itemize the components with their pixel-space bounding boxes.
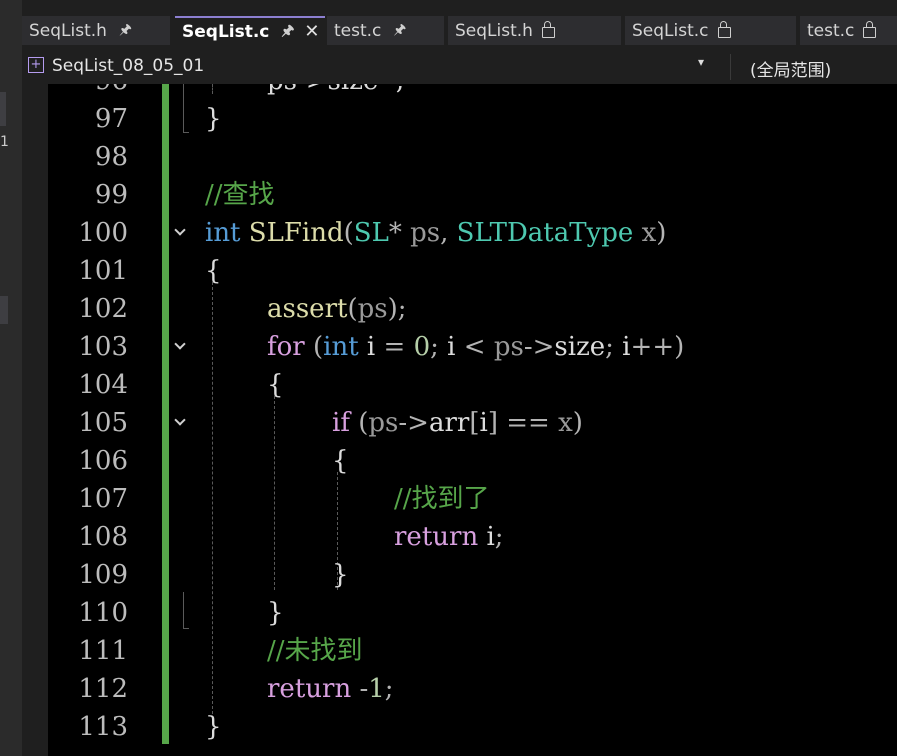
code-editor[interactable]: 96 ps->size--; 97 } 98 99 //查找 100 int S… bbox=[48, 84, 897, 756]
tab-label: SeqList.h bbox=[29, 20, 107, 41]
chevron-down-icon[interactable] bbox=[174, 226, 188, 240]
navigation-bar: + SeqList_08_05_01 ▾ (全局范围) bbox=[22, 52, 897, 82]
code-line: 96 ps->size--; bbox=[48, 84, 897, 100]
tab-label: SeqList.c bbox=[182, 21, 270, 42]
code-text: } bbox=[332, 560, 349, 590]
code-line: 101 { bbox=[48, 252, 897, 290]
chevron-down-icon[interactable] bbox=[174, 416, 188, 430]
pin-icon[interactable]: 🖈 bbox=[393, 19, 406, 43]
left-panel-strip: 1 bbox=[0, 0, 22, 756]
line-number: 113 bbox=[78, 712, 128, 742]
line-number: 103 bbox=[78, 332, 128, 362]
code-line: 103 for (int i = 0; i < ps->size; i++) bbox=[48, 328, 897, 366]
chevron-down-icon[interactable] bbox=[174, 340, 188, 354]
code-text: if (ps->arr[i] == x) bbox=[332, 408, 583, 438]
lock-icon bbox=[541, 21, 555, 38]
panel-marker bbox=[0, 296, 8, 324]
line-number: 99 bbox=[94, 180, 128, 210]
line-number: 97 bbox=[94, 104, 128, 134]
line-number: 110 bbox=[78, 598, 128, 628]
code-text: { bbox=[267, 370, 284, 400]
code-text: { bbox=[205, 256, 222, 286]
lock-icon bbox=[863, 21, 877, 38]
line-number: 106 bbox=[78, 446, 128, 476]
line-number: 104 bbox=[78, 370, 128, 400]
code-text: { bbox=[332, 446, 349, 476]
line-number: 102 bbox=[78, 294, 128, 324]
code-text: } bbox=[205, 104, 222, 134]
code-line: 99 //查找 bbox=[48, 176, 897, 214]
line-number: 107 bbox=[78, 484, 128, 514]
code-text: assert(ps); bbox=[267, 294, 407, 324]
line-number: 96 bbox=[48, 84, 128, 100]
panel-glyph: 1 bbox=[0, 134, 9, 150]
code-line: 108 return i; bbox=[48, 518, 897, 556]
code-line: 111 //未找到 bbox=[48, 632, 897, 670]
code-line: 112 return -1; bbox=[48, 670, 897, 708]
code-line: 109 } bbox=[48, 556, 897, 594]
tab-seqlist-c-locked[interactable]: SeqList.c bbox=[625, 16, 796, 45]
code-line: 107 //找到了 bbox=[48, 480, 897, 518]
code-line: 98 bbox=[48, 138, 897, 176]
code-line: 106 { bbox=[48, 442, 897, 480]
line-number: 108 bbox=[78, 522, 128, 552]
tab-seqlist-c[interactable]: SeqList.c 🖈 ✕ bbox=[175, 16, 325, 45]
tab-test-c[interactable]: test.c 🖈 bbox=[327, 16, 444, 45]
close-icon[interactable]: ✕ bbox=[304, 21, 319, 42]
code-text: } bbox=[205, 712, 222, 742]
scope-dropdown[interactable]: (全局范围) bbox=[750, 56, 831, 81]
code-line: 100 int SLFind(SL* ps, SLTDataType x) bbox=[48, 214, 897, 252]
line-number: 109 bbox=[78, 560, 128, 590]
code-text: return -1; bbox=[267, 674, 394, 704]
tab-label: test.c bbox=[807, 20, 855, 41]
code-text: int SLFind(SL* ps, SLTDataType x) bbox=[205, 218, 667, 248]
code-text: ps->size--; bbox=[267, 84, 405, 100]
code-line: 97 } bbox=[48, 100, 897, 138]
pin-icon[interactable]: 🖈 bbox=[281, 20, 294, 44]
project-icon: + bbox=[28, 57, 44, 73]
document-tab-bar: SeqList.h 🖈 SeqList.c 🖈 ✕ test.c 🖈 SeqLi… bbox=[22, 14, 897, 46]
code-line: 104 { bbox=[48, 366, 897, 404]
code-text: return i; bbox=[394, 522, 504, 552]
code-line: 113 } bbox=[48, 708, 897, 746]
code-line: 110 } bbox=[48, 594, 897, 632]
tab-seqlist-h[interactable]: SeqList.h 🖈 bbox=[22, 16, 170, 45]
code-text: } bbox=[267, 598, 284, 628]
divider bbox=[730, 54, 731, 80]
code-comment: //未找到 bbox=[267, 636, 363, 666]
line-number: 111 bbox=[78, 636, 128, 666]
tab-label: SeqList.h bbox=[455, 20, 533, 41]
tab-label: SeqList.c bbox=[632, 20, 709, 41]
code-text: for (int i = 0; i < ps->size; i++) bbox=[267, 332, 685, 362]
tab-seqlist-h-locked[interactable]: SeqList.h bbox=[448, 16, 621, 45]
project-dropdown[interactable]: SeqList_08_05_01 bbox=[52, 56, 204, 76]
line-number: 101 bbox=[78, 256, 128, 286]
panel-marker bbox=[0, 92, 6, 126]
pin-icon[interactable]: 🖈 bbox=[119, 19, 132, 43]
code-line: 105 if (ps->arr[i] == x) bbox=[48, 404, 897, 442]
line-number: 105 bbox=[78, 408, 128, 438]
lock-icon bbox=[717, 21, 731, 38]
code-comment: //查找 bbox=[205, 180, 275, 210]
code-comment: //找到了 bbox=[394, 484, 490, 514]
chevron-down-icon[interactable]: ▾ bbox=[698, 55, 704, 69]
line-number: 98 bbox=[94, 142, 128, 172]
code-line: 102 assert(ps); bbox=[48, 290, 897, 328]
line-number: 100 bbox=[78, 218, 128, 248]
line-number: 112 bbox=[78, 674, 128, 704]
tab-test-c-locked[interactable]: test.c bbox=[800, 16, 897, 45]
tab-label: test.c bbox=[334, 20, 382, 41]
